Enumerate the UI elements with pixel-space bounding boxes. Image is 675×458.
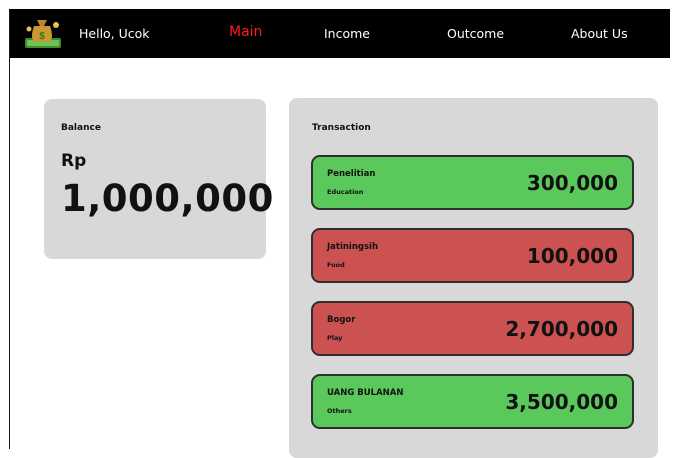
transaction-name: Penelitian <box>327 169 376 179</box>
transaction-amount: 100,000 <box>526 244 618 268</box>
transaction-name: UANG BULANAN <box>327 388 404 398</box>
transaction-card[interactable]: Bogor Play 2,700,000 <box>311 301 634 356</box>
nav-item-outcome[interactable]: Outcome <box>447 26 504 41</box>
transaction-category: Others <box>327 407 352 415</box>
transaction-title: Transaction <box>312 123 371 133</box>
money-bag-icon[interactable]: $ <box>23 15 63 51</box>
transaction-category: Play <box>327 334 343 342</box>
transaction-name: Bogor <box>327 315 356 325</box>
transaction-card[interactable]: Penelitian Education 300,000 <box>311 155 634 210</box>
balance-card: Balance Rp 1,000,000 <box>44 99 273 259</box>
transaction-card[interactable]: Jatiningsih Food 100,000 <box>311 228 634 283</box>
transaction-card[interactable]: UANG BULANAN Others 3,500,000 <box>311 374 634 429</box>
transaction-amount: 3,500,000 <box>505 390 618 414</box>
greeting-text: Hello, Ucok <box>79 26 150 41</box>
svg-text:$: $ <box>39 31 45 42</box>
currency-label: Rp <box>61 151 87 171</box>
balance-label: Balance <box>61 123 101 133</box>
navbar: $ Hello, Ucok Main Income Outcome About … <box>10 9 670 58</box>
nav-item-main[interactable]: Main <box>229 24 262 40</box>
transaction-name: Jatiningsih <box>327 242 378 252</box>
balance-amount: 1,000,000 <box>61 177 274 220</box>
app-frame: $ Hello, Ucok Main Income Outcome About … <box>9 9 670 458</box>
transaction-category: Education <box>327 188 364 196</box>
transaction-category: Food <box>327 261 345 269</box>
transaction-panel: Transaction Penelitian Education 300,000… <box>289 98 658 458</box>
nav-item-income[interactable]: Income <box>324 26 370 41</box>
transaction-amount: 300,000 <box>526 171 618 195</box>
nav-item-about-us[interactable]: About Us <box>571 26 628 41</box>
transaction-list: Penelitian Education 300,000 Jatiningsih… <box>311 155 634 447</box>
transaction-amount: 2,700,000 <box>505 317 618 341</box>
